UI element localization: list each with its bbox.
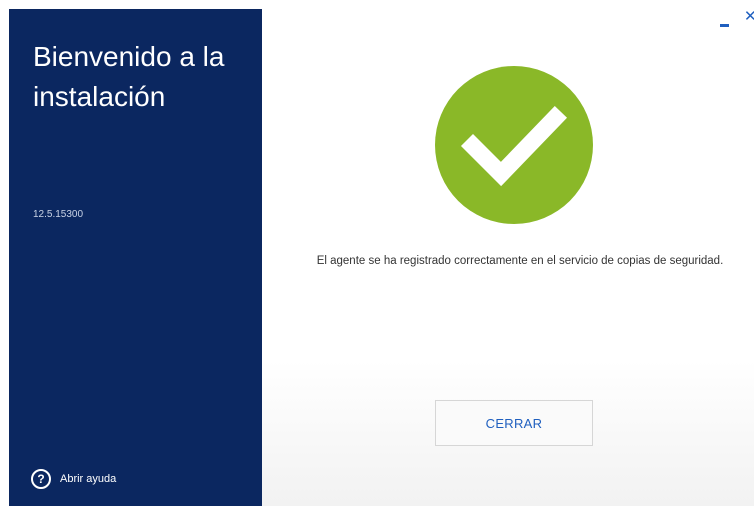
close-button[interactable]: CERRAR [435,400,593,446]
question-circle-icon: ? [31,469,51,489]
version-label: 12.5.15300 [33,209,84,220]
help-label: Abrir ayuda [60,473,117,485]
sidebar: Bienvenido a la instalación 12.5.15300 ?… [9,9,262,506]
help-link[interactable]: ? Abrir ayuda [31,469,116,489]
sidebar-title: Bienvenido a la instalación [33,41,225,112]
window-controls: ✕ [718,10,754,30]
installer-window: Bienvenido a la instalación 12.5.15300 ?… [0,0,754,506]
check-circle-icon [435,66,593,224]
minimize-icon[interactable] [718,10,732,30]
close-icon[interactable]: ✕ [744,10,754,30]
status-message: El agente se ha registrado correctamente… [316,255,724,267]
